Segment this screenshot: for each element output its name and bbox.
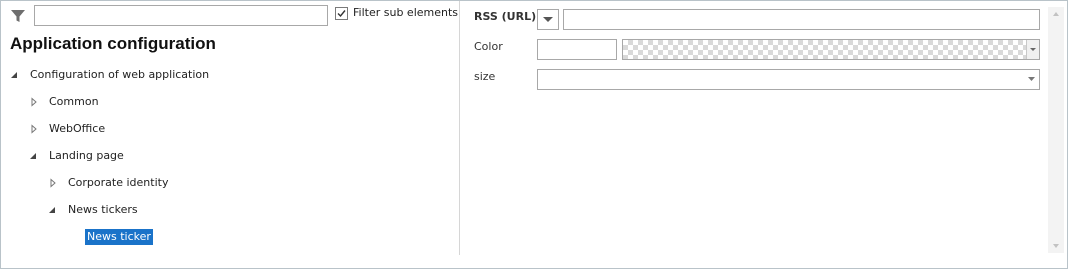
filter-sub-elements-label: Filter sub elements: [353, 6, 459, 19]
filter-input[interactable]: [34, 5, 328, 26]
properties-pane: RSS (URL) Color size: [460, 1, 1048, 268]
expanded-arrow-icon[interactable]: [10, 67, 20, 83]
tree-node-label-selected[interactable]: News ticker: [85, 229, 153, 245]
chevron-down-icon: [1028, 77, 1035, 81]
collapsed-arrow-icon[interactable]: [29, 94, 39, 110]
chevron-down-icon: [1030, 48, 1036, 51]
scroll-up-button[interactable]: [1048, 7, 1064, 21]
rss-url-label: RSS (URL): [474, 10, 537, 23]
chevron-down-icon: [543, 17, 553, 22]
page-title: Application configuration: [10, 34, 216, 53]
tree-node-label: News tickers: [68, 203, 138, 216]
collapsed-arrow-icon[interactable]: [29, 121, 39, 137]
scroll-up-arrow-icon: [1053, 12, 1059, 16]
expanded-arrow-icon[interactable]: [29, 148, 39, 164]
vertical-scrollbar[interactable]: [1048, 7, 1064, 253]
scroll-down-arrow-icon: [1053, 244, 1059, 248]
tree-node-label: Configuration of web application: [30, 68, 210, 81]
color-picker-dropdown-button[interactable]: [1026, 40, 1039, 59]
size-select[interactable]: [537, 69, 1040, 90]
filter-sub-elements-checkbox[interactable]: [335, 7, 348, 20]
tree-node-label: Common: [49, 95, 99, 108]
tree-node-label: Landing page: [49, 149, 124, 162]
rss-url-input[interactable]: [563, 9, 1040, 30]
size-label: size: [474, 70, 496, 83]
navigation-pane: Filter sub elements Application configur…: [1, 1, 459, 268]
collapsed-arrow-icon[interactable]: [48, 175, 58, 191]
expanded-arrow-icon[interactable]: [48, 202, 58, 218]
scroll-down-button[interactable]: [1048, 239, 1064, 253]
filter-icon[interactable]: [10, 8, 26, 24]
tree-node-label: WebOffice: [49, 122, 106, 135]
color-picker[interactable]: [622, 39, 1040, 60]
app-window: Filter sub elements Application configur…: [0, 0, 1068, 269]
color-input[interactable]: [537, 39, 617, 60]
tree-node-label: Corporate identity: [68, 176, 169, 189]
rss-dropdown-button[interactable]: [537, 9, 559, 30]
color-label: Color: [474, 40, 503, 53]
